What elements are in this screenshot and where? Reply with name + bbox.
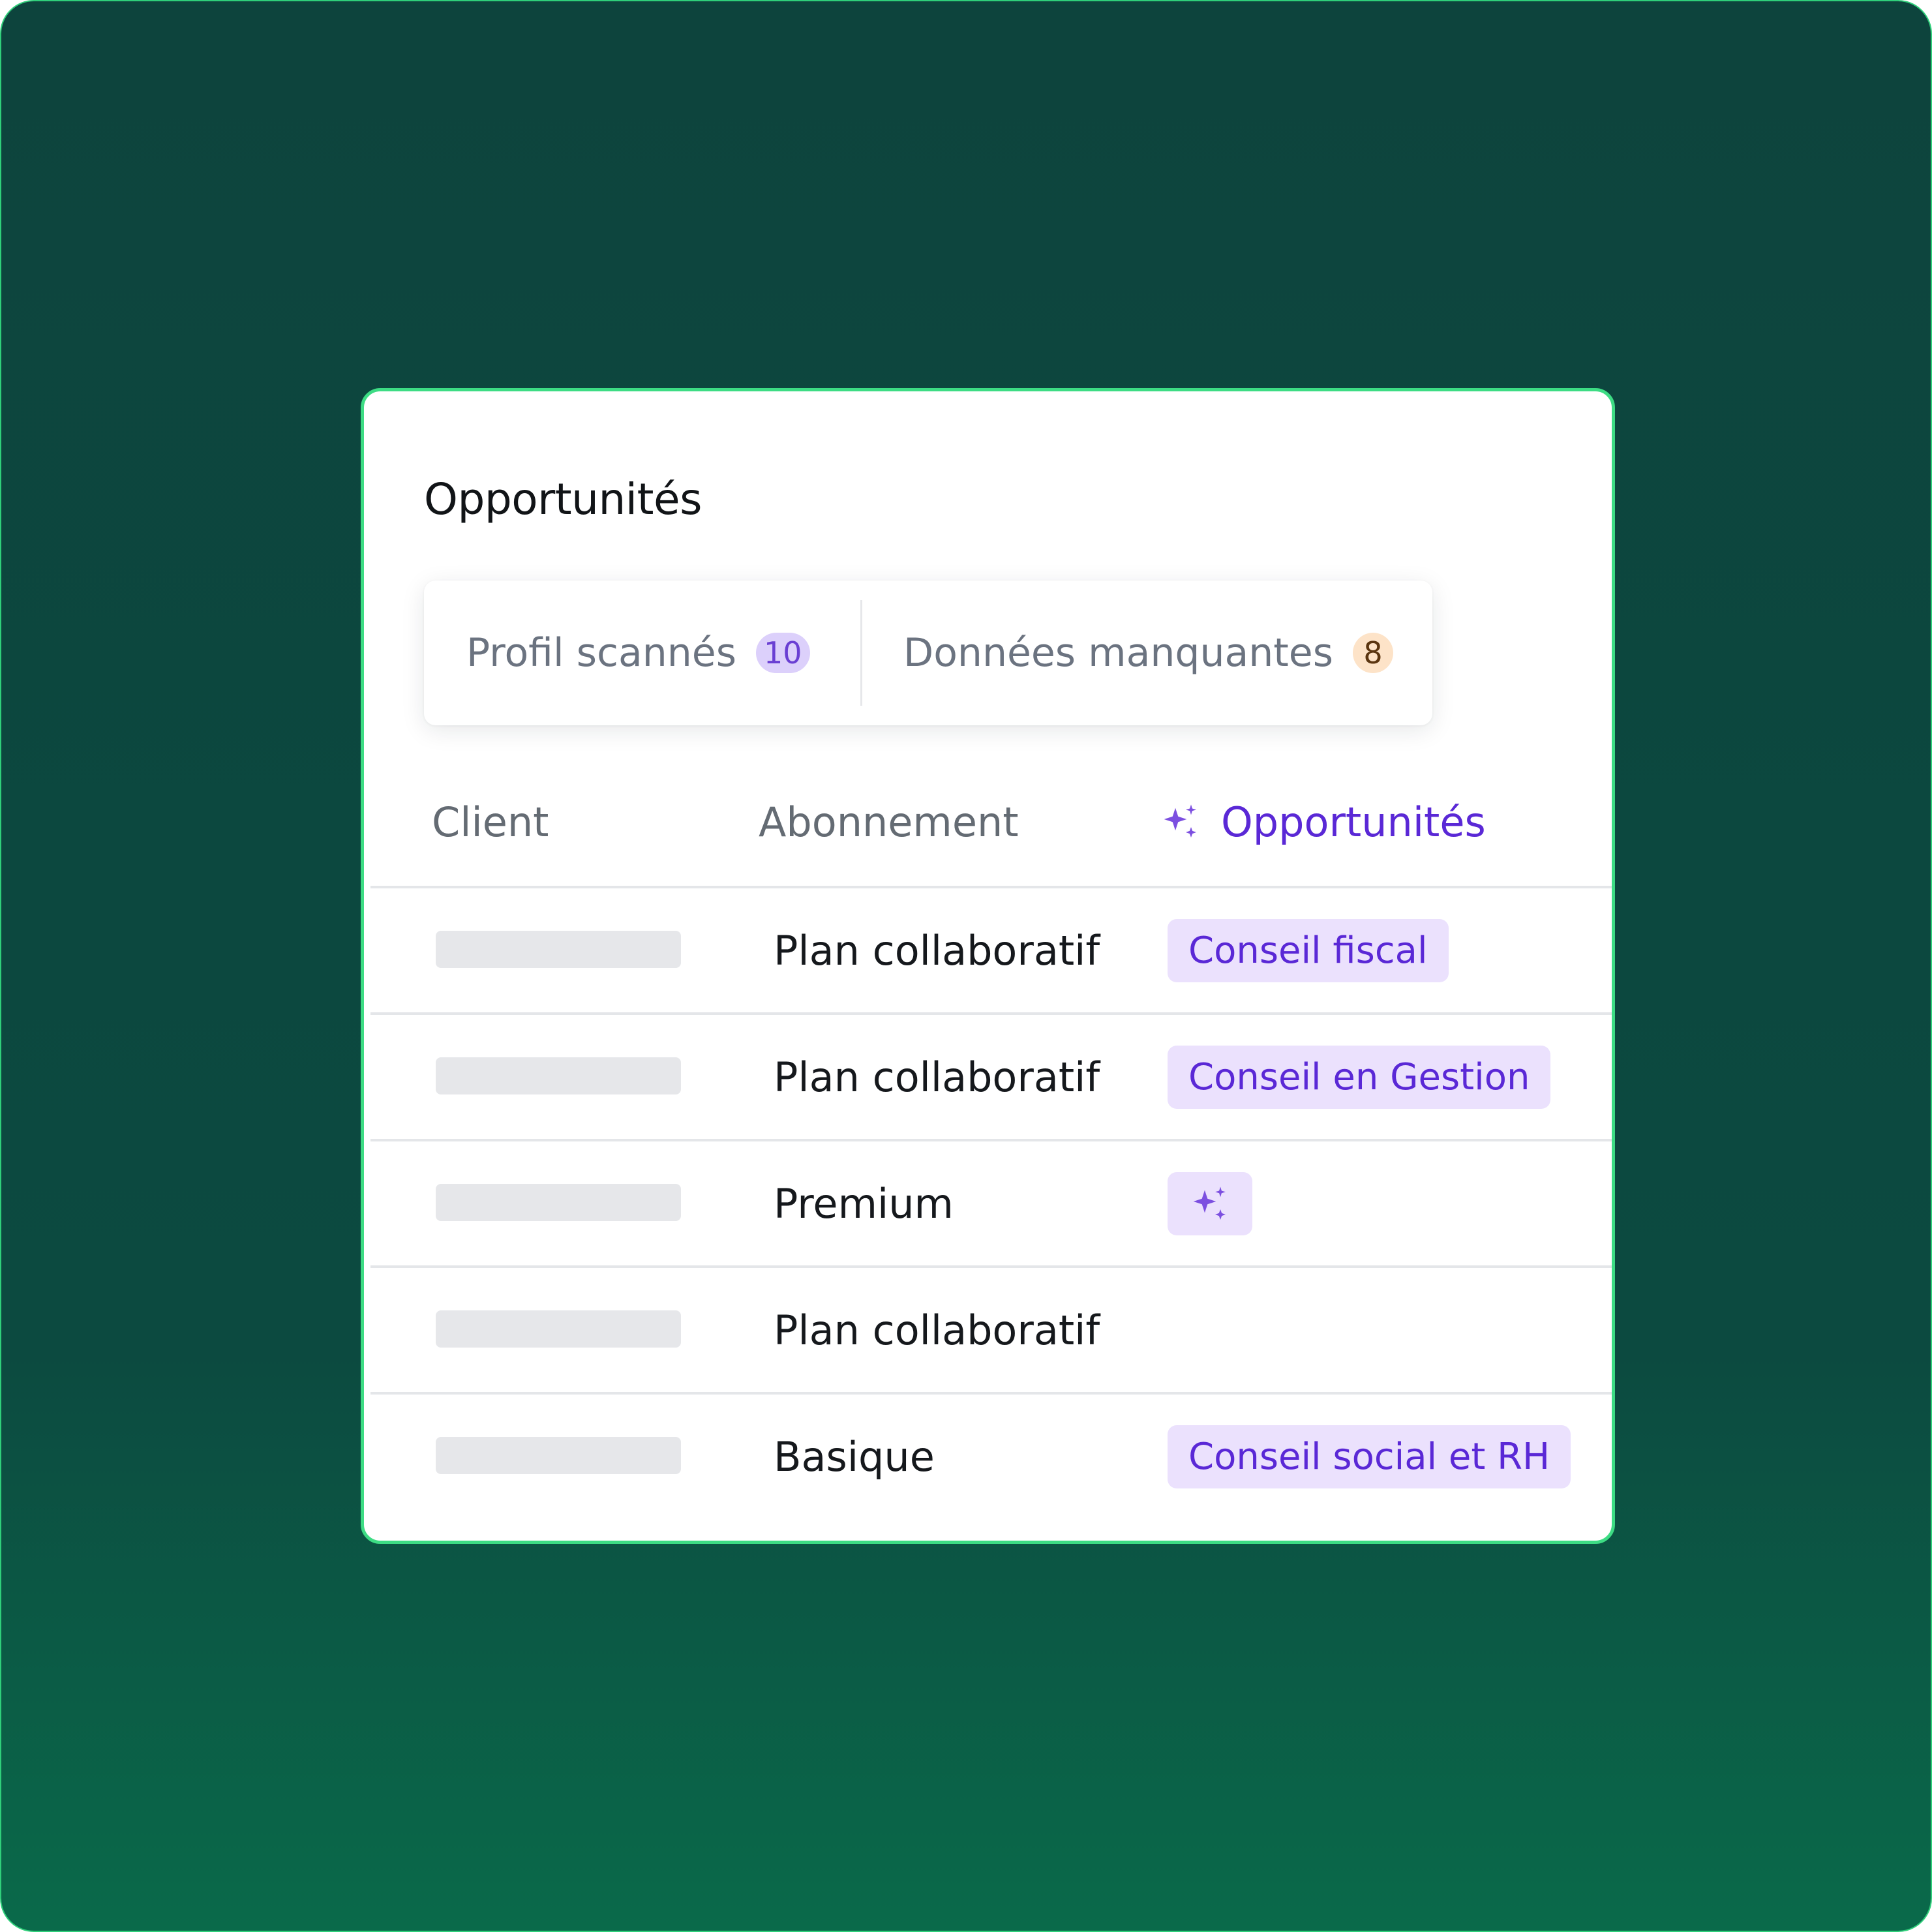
client-placeholder [436, 1184, 681, 1221]
table-header: Client Abonnement Opportunités [364, 783, 1612, 887]
table-row[interactable]: Plan collaboratif Conseil fiscal [364, 888, 1612, 1012]
sparkles-icon [1160, 801, 1201, 843]
generate-opportunity-button[interactable] [1168, 1172, 1252, 1235]
column-header-abonnement[interactable]: Abonnement [759, 783, 1019, 861]
abonnement-cell: Basique [774, 1432, 935, 1481]
column-header-opportunites[interactable]: Opportunités [1160, 783, 1486, 861]
table-row[interactable]: Plan collaboratif Conseil en Gestion [364, 1015, 1612, 1139]
opportunity-tag[interactable]: Conseil en Gestion [1168, 1046, 1551, 1109]
column-header-client[interactable]: Client [432, 783, 549, 861]
opportunity-tag[interactable]: Conseil social et RH [1168, 1425, 1571, 1488]
table-row[interactable]: Premium [364, 1141, 1612, 1265]
opportunities-card: Opportunités Profil scannés 10 Données m… [361, 388, 1615, 1544]
abonnement-cell: Premium [774, 1179, 954, 1228]
sparkles-icon [1189, 1183, 1231, 1225]
divider [860, 600, 862, 706]
client-placeholder [436, 931, 681, 968]
column-header-label: Opportunités [1221, 798, 1486, 846]
opportunity-tag[interactable]: Conseil fiscal [1168, 919, 1449, 982]
abonnement-cell: Plan collaboratif [774, 1306, 1100, 1354]
count-badge: 10 [755, 633, 810, 673]
stat-profiles-scanned[interactable]: Profil scannés 10 [466, 581, 810, 725]
card-title: Opportunités [424, 474, 702, 524]
abonnement-cell: Plan collaboratif [774, 1053, 1100, 1101]
count-badge: 8 [1352, 633, 1393, 673]
stat-label: Données manquantes [903, 630, 1333, 676]
client-placeholder [436, 1310, 681, 1348]
abonnement-cell: Plan collaboratif [774, 926, 1100, 974]
background-frame: Opportunités Profil scannés 10 Données m… [0, 0, 1932, 1932]
client-placeholder [436, 1437, 681, 1474]
stats-bar: Profil scannés 10 Données manquantes 8 [424, 581, 1432, 725]
client-placeholder [436, 1057, 681, 1094]
table-row[interactable]: Plan collaboratif [364, 1268, 1612, 1392]
stat-label: Profil scannés [466, 630, 736, 676]
stat-missing-data[interactable]: Données manquantes 8 [903, 581, 1393, 725]
table-row[interactable]: Basique Conseil social et RH [364, 1395, 1612, 1518]
